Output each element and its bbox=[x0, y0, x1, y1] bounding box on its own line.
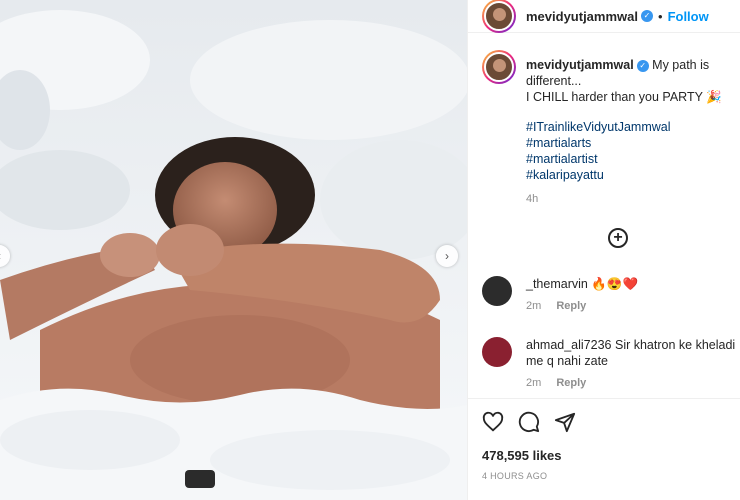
caption-avatar[interactable] bbox=[482, 50, 516, 84]
paper-plane-icon[interactable] bbox=[554, 411, 576, 433]
separator-dot: • bbox=[658, 8, 663, 24]
chevron-left-icon: ‹ bbox=[0, 249, 1, 263]
reply-button[interactable]: Reply bbox=[556, 300, 586, 312]
like-count[interactable]: 478,595 likes bbox=[482, 448, 562, 463]
post-sidebar: mevidyutjammwal ✓ • Follow mevidyutjammw… bbox=[467, 0, 740, 500]
caption-timestamp: 4h bbox=[526, 193, 539, 205]
caption-username[interactable]: mevidyutjammwal bbox=[526, 58, 634, 72]
verified-badge-icon: ✓ bbox=[636, 60, 649, 72]
party-popper-icon: 🎉 bbox=[706, 90, 722, 104]
verified-badge-icon: ✓ bbox=[641, 10, 653, 22]
chevron-right-icon: › bbox=[445, 249, 449, 263]
hashtag-link[interactable]: #martialartist bbox=[526, 151, 740, 167]
comment-text: 🔥😍❤️ bbox=[591, 277, 639, 291]
hashtag-list: #ITrainlikeVidyutJammwal #martialarts #m… bbox=[526, 119, 740, 183]
comment-time: 2m bbox=[526, 300, 542, 312]
comment-username[interactable]: ahmad_ali7236 bbox=[526, 338, 612, 352]
post-timestamp: 4 HOURS AGO bbox=[482, 471, 548, 481]
plus-circle-icon[interactable]: + bbox=[608, 228, 628, 248]
hashtag-link[interactable]: #kalaripayattu bbox=[526, 167, 740, 183]
follow-button[interactable]: Follow bbox=[668, 9, 709, 24]
comment-avatar[interactable] bbox=[482, 337, 512, 367]
action-bar bbox=[468, 398, 740, 447]
next-slide-button[interactable]: › bbox=[436, 245, 458, 267]
author-username[interactable]: mevidyutjammwal bbox=[526, 9, 638, 24]
snow-scene-image bbox=[0, 0, 467, 500]
caption-line-2: I CHILL harder than you PARTY bbox=[526, 90, 703, 104]
post-header: mevidyutjammwal ✓ • Follow bbox=[468, 0, 740, 33]
comment-meta: 2m Reply bbox=[526, 375, 736, 391]
author-avatar[interactable] bbox=[482, 0, 516, 33]
comment-meta: 2m Reply bbox=[526, 298, 736, 314]
hashtag-link[interactable]: #ITrainlikeVidyutJammwal bbox=[526, 119, 740, 135]
hashtag-link[interactable]: #martialarts bbox=[526, 135, 740, 151]
reply-button[interactable]: Reply bbox=[556, 377, 586, 389]
heart-icon[interactable] bbox=[482, 411, 504, 433]
comment-username[interactable]: _themarvin bbox=[526, 277, 588, 291]
post-image: ‹ › bbox=[0, 0, 467, 500]
comment-bubble-icon[interactable] bbox=[518, 411, 540, 433]
comment-time: 2m bbox=[526, 377, 542, 389]
comment-avatar[interactable] bbox=[482, 276, 512, 306]
